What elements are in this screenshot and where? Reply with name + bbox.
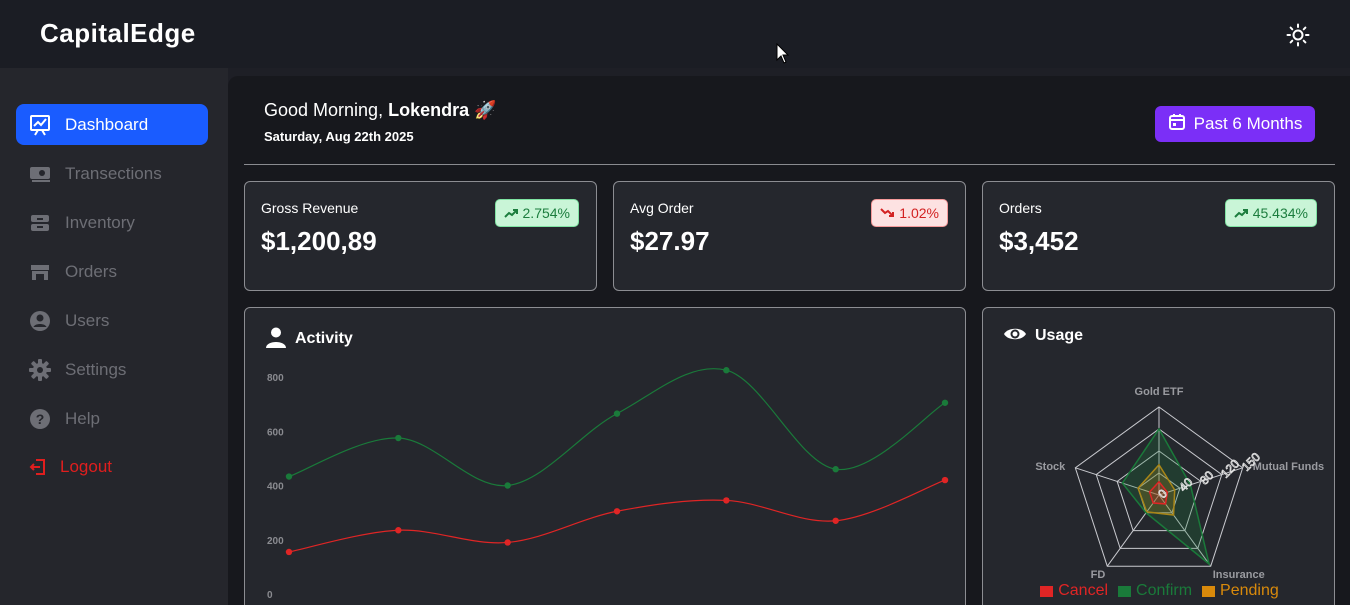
legend-label: Confirm [1136, 582, 1193, 599]
sidebar-item-label: Transections [65, 163, 162, 183]
calendar-icon [1168, 113, 1186, 135]
store-icon [28, 260, 52, 284]
trend-badge: 1.02% [871, 199, 948, 227]
trending-down-icon [880, 207, 895, 219]
stat-card-orders: Orders $3,452 45.434% [982, 181, 1335, 291]
sidebar-item-label: Inventory [65, 212, 135, 232]
radar-axis-label: Insurance [1213, 569, 1265, 581]
stat-title: Orders [999, 200, 1042, 216]
data-point [613, 410, 621, 417]
sidebar-item-label: Help [65, 408, 100, 428]
radar-axis-label: FD [1091, 569, 1106, 581]
data-point [395, 527, 402, 534]
sidebar: Dashboard Transections Inventory Orders … [0, 68, 228, 605]
sidebar-item-label: Users [65, 310, 110, 330]
main-content: Good Morning, Lokendra 🚀 Saturday, Aug 2… [228, 76, 1350, 605]
usage-radar-chart: Gold ETFMutual FundsInsuranceFDStock0 40 8… [1035, 386, 1325, 581]
data-point [285, 548, 293, 556]
brand-logo[interactable]: CapitalEdge [40, 18, 196, 49]
help-icon: ? [28, 407, 52, 431]
top-bar: CapitalEdge [0, 0, 1350, 68]
data-point [832, 517, 839, 524]
activity-card: Activity 0 200 400 600 800 [244, 307, 966, 605]
trend-value: 1.02% [899, 205, 939, 221]
logout-icon [26, 455, 50, 479]
gear-icon [28, 358, 52, 382]
legend-item-pending[interactable]: Pending [1202, 582, 1279, 600]
y-tick-label: 200 [267, 536, 284, 547]
usage-card: Usage Gold ETF Mutual Funds Insurance FD Sto… [982, 307, 1335, 605]
sidebar-item-inventory[interactable]: Inventory [16, 202, 208, 243]
period-label: Past 6 Months [1193, 114, 1303, 133]
trend-value: 2.754% [522, 205, 570, 221]
legend-swatch [1202, 585, 1216, 597]
radar-axis-label: Gold ETF [1135, 386, 1184, 398]
trending-up-icon [503, 207, 518, 219]
series-line-1 [288, 479, 946, 553]
activity-line-chart: 0 200 400 600 800 [267, 367, 949, 601]
data-point [941, 476, 949, 484]
legend-swatch [1118, 585, 1132, 597]
legend-swatch [1040, 585, 1054, 597]
stat-card-gross-revenue: Gross Revenue $1,200,89 2.754% [244, 181, 597, 291]
trend-badge: 2.754% [494, 199, 579, 227]
data-point [395, 434, 402, 442]
greeting: Good Morning, Lokendra 🚀 [264, 100, 497, 121]
user-circle-icon [28, 309, 52, 333]
svg-text:?: ? [36, 411, 45, 427]
data-point [504, 539, 511, 546]
data-point [285, 473, 293, 480]
legend-item-cancel[interactable]: Cancel [1040, 582, 1108, 600]
data-point [941, 399, 949, 406]
stat-title: Gross Revenue [261, 200, 359, 216]
trending-up-icon [1234, 207, 1248, 219]
sidebar-item-label: Settings [65, 359, 127, 379]
data-point [832, 466, 839, 473]
data-point [723, 497, 730, 504]
y-tick-label: 800 [267, 373, 284, 384]
user-name: Lokendra [388, 100, 470, 120]
stat-value: $1,200,89 [261, 226, 377, 256]
y-tick-label: 400 [267, 482, 284, 493]
radar-axis-label: Mutual Funds [1253, 461, 1325, 473]
radar-axis-label: Stock [1035, 461, 1066, 473]
usage-legend: Cancel Confirm Pending [983, 582, 1336, 600]
y-tick-label: 0 [267, 590, 273, 601]
sidebar-item-transections[interactable]: Transections [16, 153, 208, 194]
stat-title: Avg Order [630, 200, 694, 216]
logout-label: Logout [60, 456, 112, 476]
data-point [723, 367, 730, 374]
legend-label: Pending [1220, 582, 1279, 599]
header-divider [244, 164, 1335, 165]
sun-icon[interactable] [1286, 23, 1310, 47]
stat-card-avg-order: Avg Order $27.97 1.02% [613, 181, 966, 291]
radar-tick-label: 120 [1218, 456, 1242, 480]
trend-value: 45.434% [1252, 205, 1308, 221]
series-line-0 [288, 368, 946, 487]
sidebar-item-logout[interactable]: Logout [16, 446, 208, 487]
money-icon [28, 162, 52, 186]
sidebar-item-orders[interactable]: Orders [16, 251, 208, 292]
y-tick-label: 600 [267, 427, 284, 438]
mouse-cursor-icon [776, 42, 790, 65]
legend-item-confirm[interactable]: Confirm [1118, 582, 1192, 600]
greeting-text: Good Morning, [264, 100, 384, 120]
sidebar-item-label: Dashboard [65, 114, 149, 134]
inventory-icon [28, 211, 52, 235]
sidebar-item-users[interactable]: Users [16, 300, 208, 341]
period-select-button[interactable]: Past 6 Months [1155, 106, 1315, 142]
sidebar-item-help[interactable]: ? Help [16, 398, 208, 439]
data-point [613, 508, 621, 515]
sidebar-item-dashboard[interactable]: Dashboard [16, 104, 208, 145]
sidebar-item-settings[interactable]: Settings [16, 349, 208, 390]
legend-label: Cancel [1058, 582, 1109, 599]
chart-board-icon [28, 113, 52, 137]
data-point [504, 482, 511, 489]
current-date: Saturday, Aug 22th 2025 [264, 129, 414, 144]
rocket-emoji: 🚀 [474, 100, 497, 120]
stat-value: $3,452 [999, 226, 1079, 256]
stat-value: $27.97 [630, 226, 710, 256]
trend-badge: 45.434% [1224, 199, 1317, 227]
sidebar-item-label: Orders [65, 261, 117, 281]
